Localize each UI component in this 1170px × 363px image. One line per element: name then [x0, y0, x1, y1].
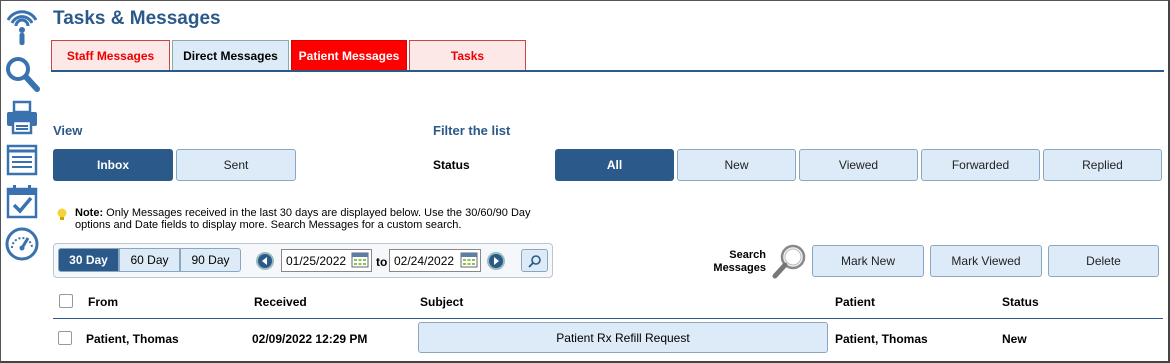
search-icon[interactable] — [2, 54, 42, 94]
delete-button[interactable]: Delete — [1048, 245, 1159, 277]
filter-viewed-button[interactable]: Viewed — [799, 149, 918, 181]
row-checkbox[interactable] — [58, 331, 72, 345]
lightbulb-icon — [57, 208, 67, 220]
range-30-day-button[interactable]: 30 Day — [58, 248, 119, 272]
filter-forwarded-button[interactable]: Forwarded — [921, 149, 1040, 181]
notes-icon[interactable] — [2, 140, 42, 180]
table-header-divider — [53, 318, 1163, 319]
calendar-check-icon[interactable] — [2, 182, 42, 222]
printer-icon[interactable] — [2, 98, 42, 138]
filter-all-button[interactable]: All — [555, 149, 674, 181]
column-patient[interactable]: Patient — [835, 295, 875, 309]
from-calendar-icon[interactable] — [351, 252, 369, 268]
row-patient: Patient, Thomas — [835, 332, 928, 346]
prev-range-icon[interactable] — [256, 252, 274, 270]
filter-heading: Filter the list — [433, 123, 511, 138]
page-title: Tasks & Messages — [53, 8, 221, 29]
range-90-day-button[interactable]: 90 Day — [180, 248, 241, 272]
view-heading: View — [53, 123, 83, 138]
note-prefix: Note: — [75, 207, 104, 219]
column-received[interactable]: Received — [254, 295, 307, 309]
tab-direct-messages[interactable]: Direct Messages — [172, 40, 289, 71]
column-subject[interactable]: Subject — [420, 295, 463, 309]
dashboard-gauge-icon[interactable] — [2, 224, 42, 264]
tab-tasks[interactable]: Tasks — [409, 40, 526, 71]
tab-patient-messages[interactable]: Patient Messages — [291, 40, 407, 71]
tab-staff-messages[interactable]: Staff Messages — [51, 40, 170, 71]
column-from[interactable]: From — [88, 295, 118, 309]
row-from: Patient, Thomas — [86, 332, 179, 346]
note-text: Only Messages received in the last 30 da… — [75, 207, 531, 231]
row-received: 02/09/2022 12:29 PM — [252, 332, 368, 346]
magnifier-icon — [527, 254, 541, 268]
mark-new-button[interactable]: Mark New — [812, 245, 924, 277]
date-search-button[interactable] — [521, 249, 548, 272]
row-subject-button[interactable]: Patient Rx Refill Request — [418, 322, 828, 353]
row-status: New — [1002, 332, 1027, 346]
search-messages-icon[interactable] — [772, 243, 808, 279]
info-note: Note: Only Messages received in the last… — [56, 207, 556, 231]
signal-icon[interactable] — [2, 6, 42, 46]
tab-underline — [51, 70, 1164, 72]
select-all-checkbox[interactable] — [59, 294, 73, 308]
inbox-button[interactable]: Inbox — [53, 149, 173, 181]
next-range-icon[interactable] — [487, 252, 505, 270]
to-calendar-icon[interactable] — [460, 252, 478, 268]
mark-viewed-button[interactable]: Mark Viewed — [930, 245, 1042, 277]
search-messages-label: Search Messages — [713, 249, 766, 274]
filter-new-button[interactable]: New — [677, 149, 796, 181]
filter-replied-button[interactable]: Replied — [1043, 149, 1162, 181]
status-label: Status — [433, 158, 470, 172]
column-status[interactable]: Status — [1002, 295, 1039, 309]
range-60-day-button[interactable]: 60 Day — [119, 248, 180, 272]
sent-button[interactable]: Sent — [176, 149, 296, 181]
to-label: to — [376, 255, 388, 269]
